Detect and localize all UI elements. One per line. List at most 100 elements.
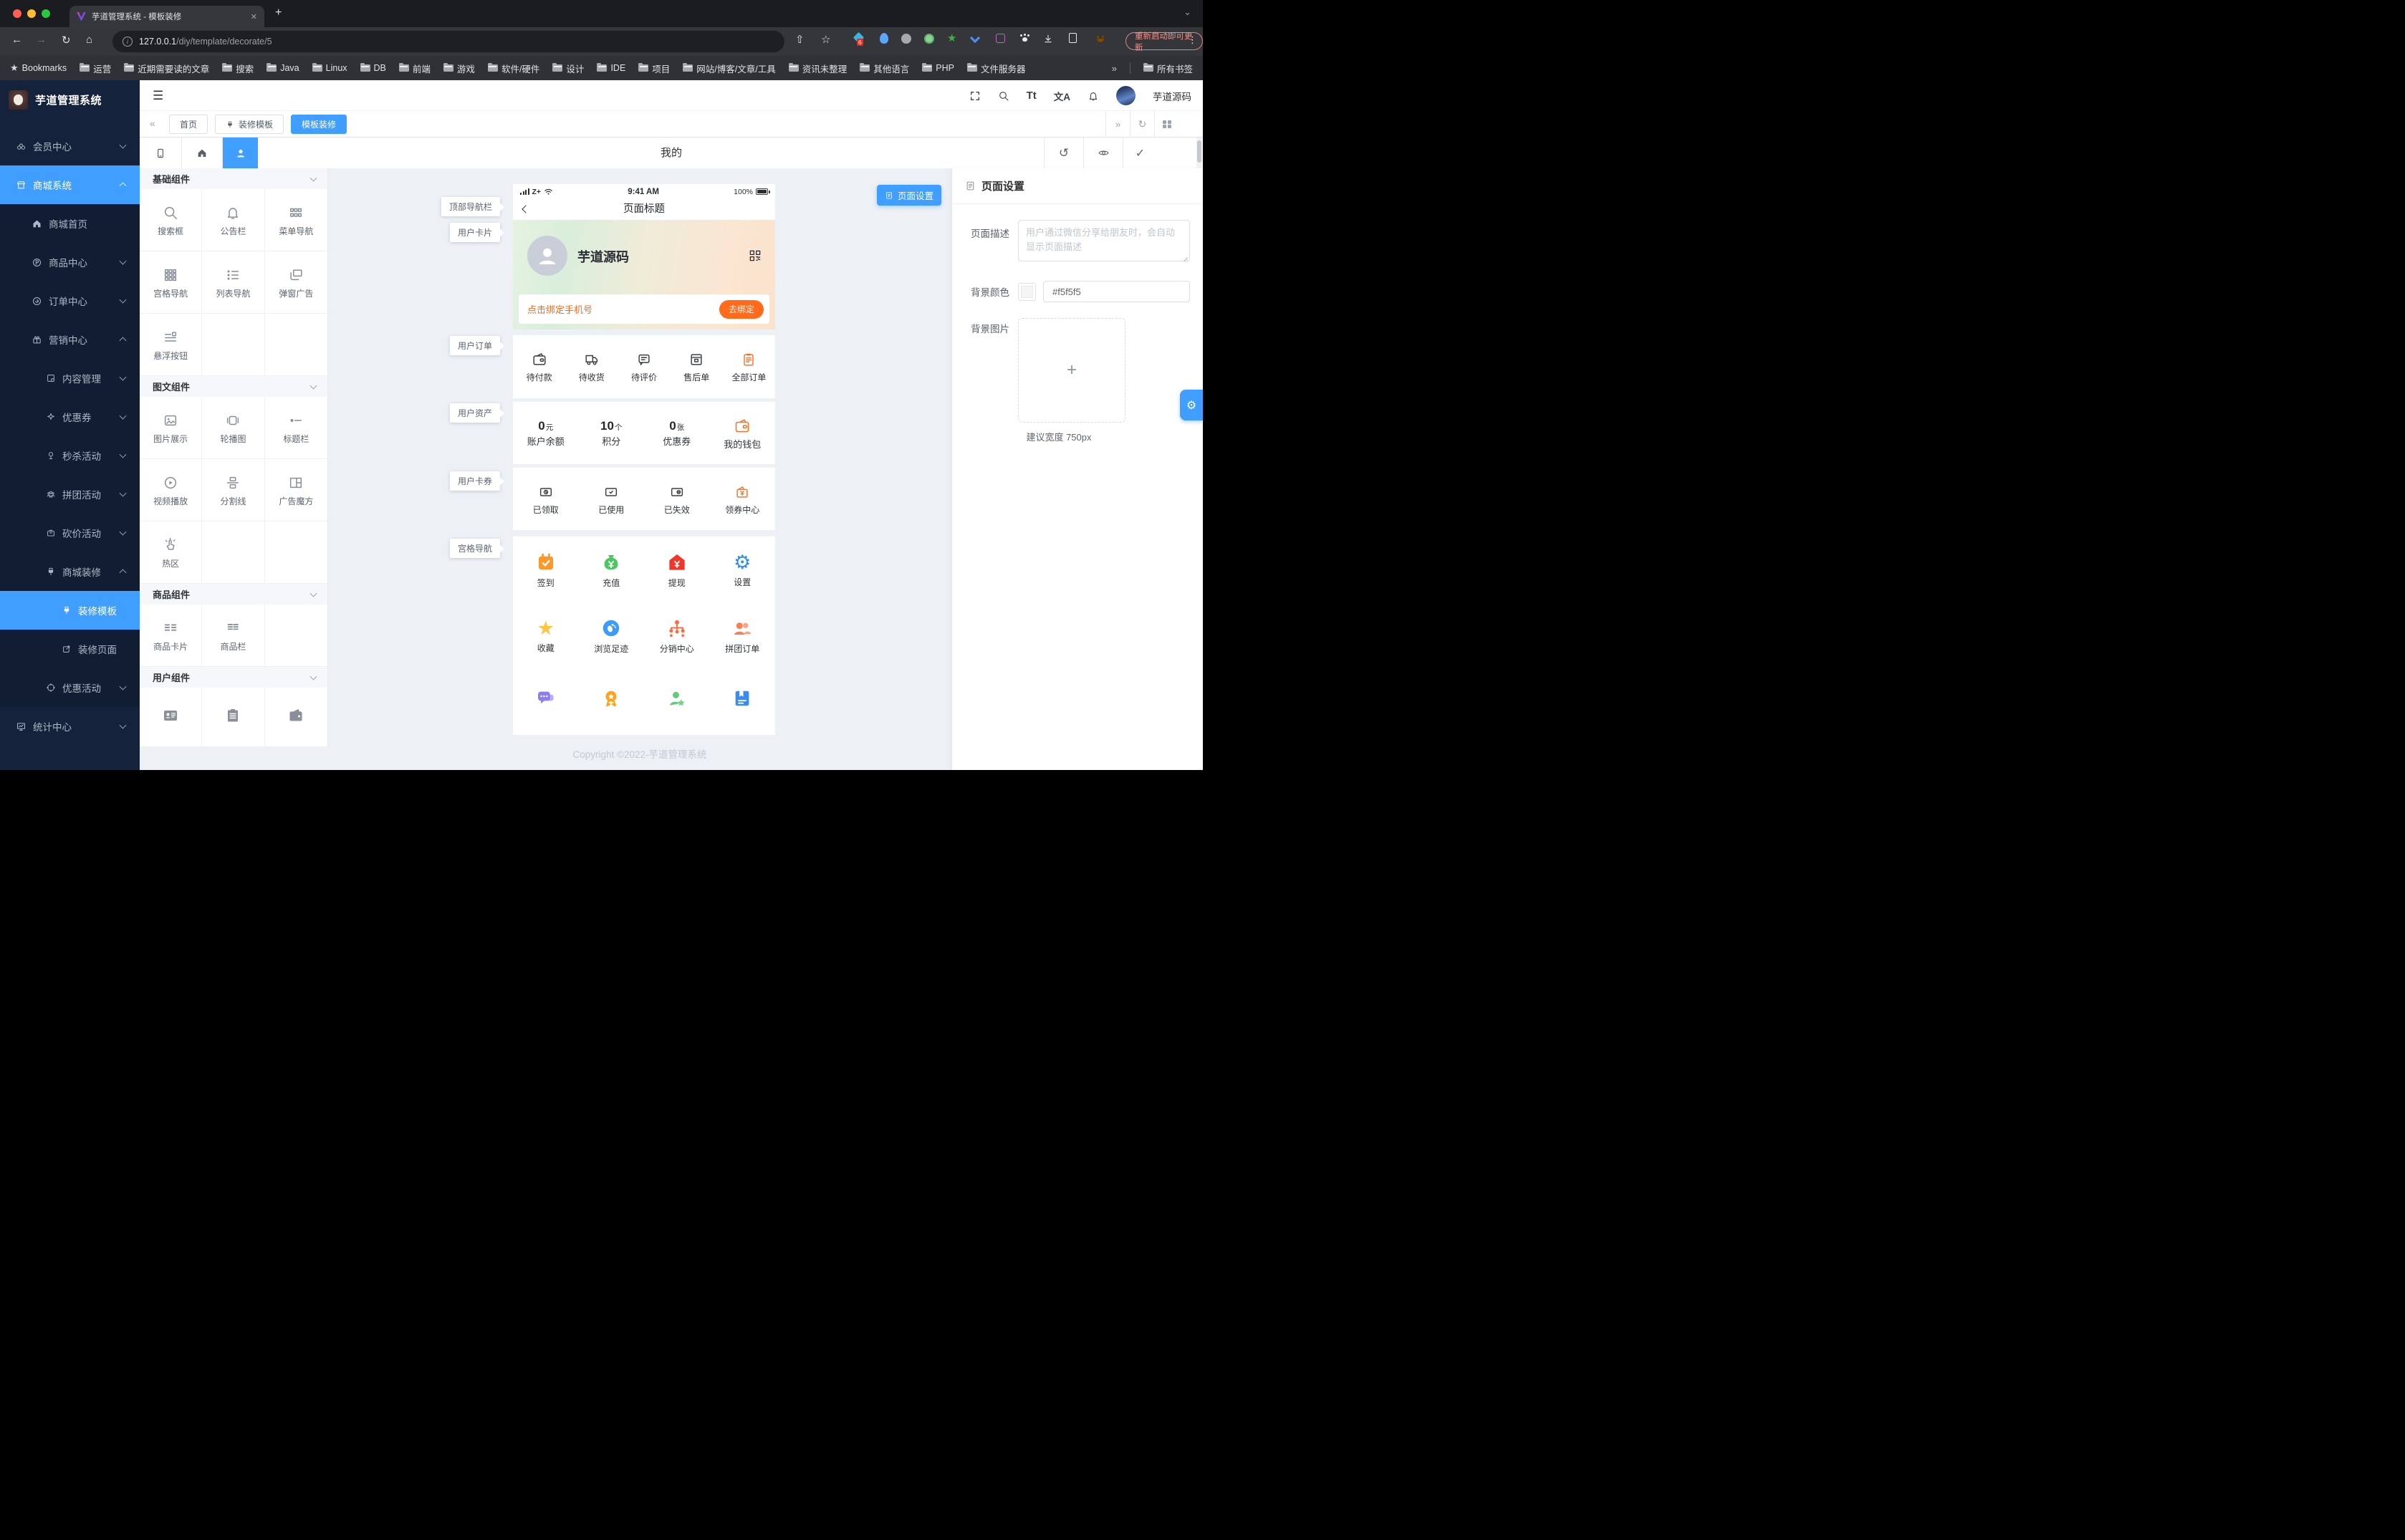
- view-tab-decorate-template[interactable]: 装修模板: [215, 115, 284, 134]
- reset-button[interactable]: ↺: [1044, 138, 1083, 168]
- extension-icon-9[interactable]: [1069, 33, 1077, 43]
- share-icon[interactable]: ⇧: [795, 33, 805, 46]
- page-settings-button[interactable]: 页面设置: [877, 185, 941, 206]
- sidebar-item-bargain[interactable]: 砍价活动: [0, 514, 140, 552]
- palette-item-divider[interactable]: 分割线: [202, 459, 264, 521]
- extension-icon-1[interactable]: 6: [854, 33, 864, 43]
- grid-item-distribution-center[interactable]: 分销中心: [644, 602, 710, 668]
- palette-item-list-nav[interactable]: 列表导航: [202, 251, 264, 314]
- search-icon[interactable]: [998, 90, 1009, 102]
- tabs-refresh-icon[interactable]: ↻: [1130, 111, 1154, 137]
- component-tag-user-coupon[interactable]: 用户卡券: [450, 471, 500, 491]
- page-user-button[interactable]: [223, 138, 258, 168]
- preview-eye-button[interactable]: [1083, 138, 1123, 168]
- sidebar-toggle-icon[interactable]: ☰: [153, 89, 163, 103]
- browser-home-button[interactable]: ⌂: [86, 34, 92, 46]
- grid-item-withdraw[interactable]: 提现: [644, 536, 710, 602]
- sidebar-item-mall-home[interactable]: 商城首页: [0, 204, 140, 243]
- sidebar-item-decorate-template[interactable]: 装修模板: [0, 591, 140, 630]
- scrollbar-thumb[interactable]: [1197, 140, 1201, 163]
- browser-back-button[interactable]: ←: [11, 34, 22, 46]
- sidebar-item-mall-system[interactable]: 商城系统: [0, 165, 140, 204]
- save-check-button[interactable]: ✓: [1123, 138, 1157, 168]
- download-icon[interactable]: [1043, 34, 1053, 44]
- bookmarks-overflow-icon[interactable]: »: [1112, 63, 1117, 74]
- order-item-aftersale[interactable]: 售后单: [671, 335, 723, 398]
- palette-item-user-card[interactable]: [140, 688, 202, 746]
- tabs-expand-icon[interactable]: »: [1105, 111, 1130, 137]
- component-tag-user-card[interactable]: 用户卡片: [450, 223, 500, 242]
- sidebar-item-promo-activity[interactable]: 优惠活动: [0, 668, 140, 707]
- grid-nav-component[interactable]: 签到 充值 提现 ⚙设置 ★收藏 浏览足迹 分销中心 拼团订单: [513, 536, 775, 735]
- sidebar-item-mall-decorate[interactable]: 商城装修: [0, 552, 140, 591]
- palette-item-float-button[interactable]: 悬浮按钮: [140, 314, 202, 376]
- window-zoom-button[interactable]: [42, 9, 50, 18]
- user-card-component[interactable]: 芋道源码 点击绑定手机号 去绑定: [513, 220, 775, 329]
- asset-coupons[interactable]: 0张优惠券: [644, 402, 710, 464]
- extension-icon-4[interactable]: [924, 34, 934, 44]
- sidebar-item-member-center[interactable]: 会员中心: [0, 127, 140, 165]
- new-tab-button[interactable]: +: [275, 6, 282, 19]
- view-tab-home[interactable]: 首页: [169, 115, 208, 134]
- sidebar-item-marketing-center[interactable]: 营销中心: [0, 320, 140, 359]
- palette-item-user-wallet[interactable]: [265, 688, 327, 746]
- grid-item-chat[interactable]: [513, 668, 579, 734]
- sidebar-item-order-center[interactable]: 订单中心: [0, 281, 140, 320]
- bookmark-folder[interactable]: IDE: [597, 63, 625, 73]
- fullscreen-icon[interactable]: [969, 90, 981, 102]
- palette-item-menu-nav[interactable]: 菜单导航: [265, 189, 327, 251]
- browser-forward-button[interactable]: →: [36, 34, 47, 46]
- bookmark-folder[interactable]: DB: [360, 63, 386, 73]
- browser-reload-button[interactable]: ↻: [62, 34, 71, 47]
- palette-item-title-bar[interactable]: 标题栏: [265, 397, 327, 459]
- palette-item-user-order[interactable]: [202, 688, 264, 746]
- asset-balance[interactable]: 0元账户余额: [513, 402, 579, 464]
- bookmark-star-icon[interactable]: ☆: [821, 33, 830, 46]
- grid-item-medal[interactable]: [579, 668, 645, 734]
- coupon-expired[interactable]: 已失效: [644, 468, 710, 530]
- settings-gear-tab[interactable]: ⚙: [1180, 390, 1203, 420]
- bookmark-folder[interactable]: 运营: [80, 62, 111, 75]
- bookmark-folder[interactable]: 文件服务器: [967, 62, 1026, 75]
- user-coupon-component[interactable]: 已领取 已使用 已失效 领券中心: [513, 468, 775, 530]
- grid-item-recharge[interactable]: 充值: [579, 536, 645, 602]
- component-tag-grid-nav[interactable]: 宫格导航: [450, 539, 500, 558]
- bookmark-folder[interactable]: Linux: [312, 63, 347, 73]
- all-bookmarks[interactable]: 所有书签: [1143, 62, 1193, 75]
- grid-item-groupon-order[interactable]: 拼团订单: [710, 602, 776, 668]
- translate-icon[interactable]: 文A: [1054, 89, 1070, 103]
- page-home-button[interactable]: [182, 138, 223, 168]
- grid-item-browse-history[interactable]: 浏览足迹: [579, 602, 645, 668]
- bookmark-folder[interactable]: 搜索: [222, 62, 254, 75]
- grid-item-favorites[interactable]: ★收藏: [513, 602, 579, 668]
- sidebar-item-product-center[interactable]: 商品中心: [0, 243, 140, 281]
- sidebar-item-seckill[interactable]: 秒杀活动: [0, 436, 140, 475]
- grid-item-card[interactable]: [710, 668, 776, 734]
- bookmark-folder[interactable]: 游戏: [443, 62, 475, 75]
- palette-item-carousel[interactable]: 轮播图: [202, 397, 264, 459]
- view-tab-template-decorate[interactable]: 模板装修: [291, 115, 347, 134]
- bookmark-folder[interactable]: Java: [267, 63, 299, 73]
- palette-item-ad-cube[interactable]: 广告魔方: [265, 459, 327, 521]
- font-size-icon[interactable]: Tt: [1027, 90, 1037, 102]
- palette-item-notice-bar[interactable]: 公告栏: [202, 189, 264, 251]
- order-item-unpaid[interactable]: 待付款: [513, 335, 565, 398]
- coupon-used[interactable]: 已使用: [579, 468, 645, 530]
- tab-close-icon[interactable]: ✕: [251, 12, 257, 21]
- tabs-layout-grid-icon[interactable]: [1154, 111, 1179, 137]
- bookmark-folder[interactable]: 网站/博客/文章/工具: [683, 62, 775, 75]
- palette-item-video-player[interactable]: 视频播放: [140, 459, 202, 521]
- order-item-all[interactable]: 全部订单: [723, 335, 775, 398]
- palette-section-user[interactable]: 用户组件: [140, 667, 327, 688]
- bg-color-input[interactable]: [1043, 281, 1190, 302]
- user-name[interactable]: 芋道源码: [1153, 89, 1191, 103]
- bind-phone-button[interactable]: 去绑定: [719, 300, 764, 319]
- bookmark-folder[interactable]: 设计: [552, 62, 584, 75]
- sidebar-item-content-manage[interactable]: 内容管理: [0, 359, 140, 398]
- palette-item-search-box[interactable]: 搜索框: [140, 189, 202, 251]
- extension-icon-5[interactable]: ★: [947, 32, 956, 44]
- palette-section-goods[interactable]: 商品组件: [140, 584, 327, 605]
- browser-tab[interactable]: 芋道管理系统 - 模板装修 ✕: [69, 6, 264, 27]
- order-item-review[interactable]: 待评价: [618, 335, 670, 398]
- bookmark-folder[interactable]: 其他语言: [860, 62, 909, 75]
